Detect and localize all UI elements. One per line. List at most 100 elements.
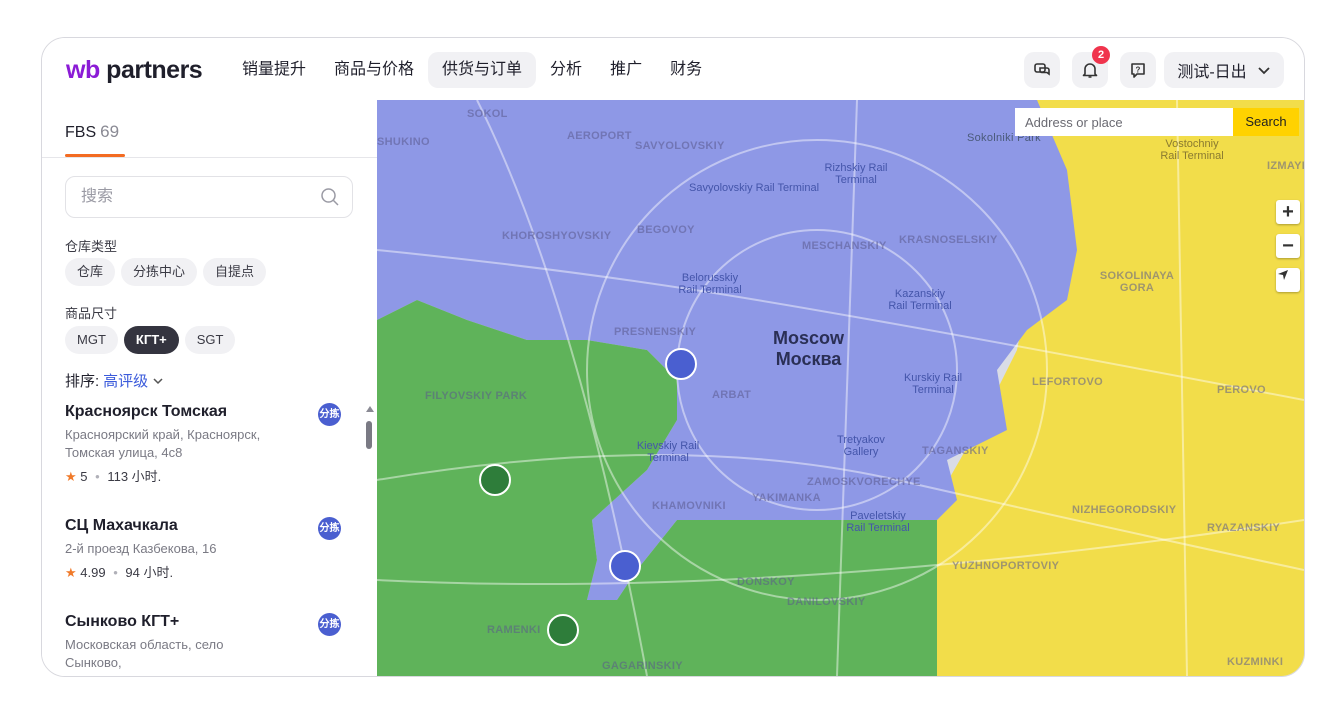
district-label: SOKOL [467,108,508,120]
tab-divider [42,157,377,158]
district-label: PRESNENSKIY [614,326,697,338]
district-label: MESCHANSKIY [802,240,887,252]
star-icon: ★ [65,565,77,580]
zoom-out-button[interactable]: − [1276,234,1300,258]
district-label: SAVYOLOVSKIY [635,140,725,152]
district-label: YUZHNOPORTOVIY [952,560,1060,572]
nav-item-supply-orders[interactable]: 供货与订单 [428,52,537,88]
list-item[interactable]: Красноярск Томская Красноярский край, Кр… [65,403,365,517]
bell-icon [1082,63,1098,78]
list-item[interactable]: Сынково КГТ+ Московская область, село Сы… [65,613,365,673]
chip-sorting-center[interactable]: 分拣中心 [121,258,198,286]
district-label: KUZMINKI [1227,656,1284,668]
district-label: SOKOLINAYA GORA [1099,270,1175,294]
map-view[interactable]: SOKOL AEROPORT SAVYOLOVSKIY SHUKINO KHOR… [377,100,1304,676]
warehouse-search [65,176,353,218]
search-icon[interactable] [320,187,340,207]
warehouse-sidebar: FBS69 仓库类型 仓库 分拣中心 自提点 商品尺寸 MGT КГТ+ SGT… [42,100,377,676]
district-label: YAKIMANKA [752,492,821,504]
zoom-in-button[interactable]: + [1276,200,1300,224]
district-label: BEGOVOY [637,224,695,236]
notifications-button[interactable]: 2 [1072,46,1110,88]
district-label: KHOROSHYOVSKIY [502,230,612,242]
nav-item-products-prices[interactable]: 商品与价格 [320,52,428,88]
warehouse-time: 94 小时. [125,565,174,580]
district-label: KRASNOSELSKIY [899,234,998,246]
user-name: 测试-日出 [1177,64,1247,81]
warehouse-address: 2-й проезд Казбекова, 16 [65,541,217,556]
warehouse-search-input[interactable] [79,187,313,207]
station-label: Savyolovskiy Rail Terminal [689,182,820,194]
district-label: LEFORTOVO [1032,376,1103,388]
district-label: ARBAT [712,389,752,401]
warehouse-type-chips: 仓库 分拣中心 自提点 [65,258,267,286]
district-label: GAGARINSKIY [602,660,683,672]
station-label: Paveletskiy Rail Terminal [846,510,910,534]
sort-value: 高评级 [103,373,149,390]
sorting-badge: 分拣 [318,517,341,540]
district-label: AEROPORT [567,130,632,142]
warehouse-type-label: 仓库类型 [65,239,118,254]
locate-arrow-icon [1278,270,1288,280]
station-label: Rizhskiy Rail Terminal [824,162,888,186]
sorting-badge: 分拣 [318,403,341,426]
nav-item-promotion[interactable]: 推广 [596,52,656,88]
warehouse-rating: 4.99 [80,565,106,580]
district-label: RAMENKI [487,624,541,636]
wb-partners-logo[interactable]: wb partners [66,56,203,84]
chip-size-sgt[interactable]: SGT [184,326,236,354]
warehouse-time: 113 小时. [107,469,162,484]
list-item[interactable]: СЦ Махачкала 2-й проезд Казбекова, 16 ★ … [65,517,365,613]
district-label: DONSKOY [737,576,795,588]
district-label: IZMAYL [1267,160,1304,172]
map-search-button[interactable]: Search [1233,108,1299,136]
top-header: wb partners 销量提升 商品与价格 供货与订单 分析 推广 财务 2 [42,38,1304,100]
chat-icon [1034,63,1050,76]
scroll-up-arrow[interactable] [366,406,374,412]
warehouse-marker[interactable] [547,614,579,646]
map-address-search: Search [1015,108,1299,136]
nav-item-finance[interactable]: 财务 [656,52,716,88]
warehouse-list: Красноярск Томская Красноярский край, Кр… [65,403,365,673]
app-window: wb partners 销量提升 商品与价格 供货与订单 分析 推广 财务 2 [41,37,1305,677]
chevron-down-icon [1258,67,1270,75]
nav-item-analytics[interactable]: 分析 [536,52,596,88]
warehouse-meta: ★ 5 • 113 小时. [65,466,365,485]
warehouse-address: Красноярский край, Красноярск, Томская у… [65,427,261,460]
city-name-en: Moscow [773,328,845,348]
chip-pickup-point[interactable]: 自提点 [203,258,267,286]
product-size-chips: MGT КГТ+ SGT [65,326,236,354]
sort-control[interactable]: 排序: 高评级 [65,370,164,391]
warehouse-address: Московская область, село Сынково, [65,637,224,670]
station-label: Kazanskiy Rail Terminal [888,288,952,312]
scrollbar-thumb[interactable] [366,421,372,449]
district-label: KHAMOVNIKI [652,500,726,512]
warehouse-rating: 5 [80,469,88,484]
chat-button[interactable] [1024,52,1060,88]
district-label: ZAMOSKVORECHYE [807,476,921,488]
nav-item-sales-boost[interactable]: 销量提升 [228,52,320,88]
station-label: Vostochniy Rail Terminal [1160,138,1224,162]
warehouse-meta: ★ 4.99 • 94 小时. [65,562,365,581]
district-label: PEROVO [1217,384,1266,396]
chip-size-mgt[interactable]: MGT [65,326,118,354]
sort-label: 排序: [65,373,100,390]
station-label: Kievskiy Rail Terminal [636,440,700,464]
tab-fbs-label: FBS [65,124,97,141]
city-label: Moscow Москва [773,328,844,370]
help-button[interactable]: ? [1120,52,1156,88]
separator-dot: • [113,565,118,580]
warehouse-marker[interactable] [479,464,511,496]
district-label: TAGANSKIY [922,445,989,457]
notification-count-badge: 2 [1092,46,1110,64]
map-address-input[interactable] [1015,108,1233,136]
district-label: DANILOVSKIY [787,596,866,608]
warehouse-marker[interactable] [609,550,641,582]
user-menu-button[interactable]: 测试-日出 [1164,52,1284,88]
warehouse-marker[interactable] [665,348,697,380]
tab-fbs[interactable]: FBS 69 [65,122,119,142]
chip-size-kgt-plus[interactable]: КГТ+ [123,326,179,354]
star-icon: ★ [65,469,77,484]
chip-warehouse[interactable]: 仓库 [65,258,116,286]
locate-button[interactable] [1276,268,1300,292]
